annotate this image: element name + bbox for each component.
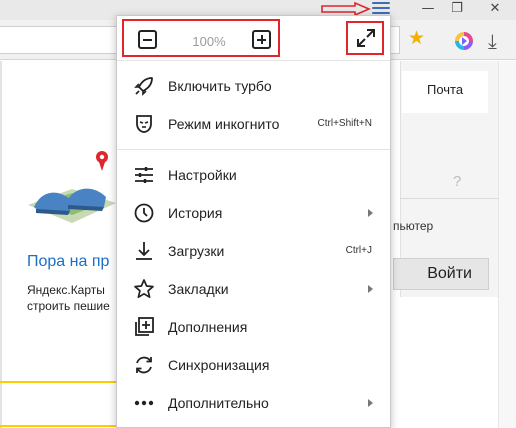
close-window-button[interactable]: ✕ [474,0,516,20]
menu-item-sync[interactable]: Синхронизация [117,346,390,384]
zoom-controls-highlight: 100% [122,19,280,57]
menu-item-label: Синхронизация [168,357,270,373]
page-scrollbar[interactable] [498,61,516,428]
menu-item-more[interactable]: Дополнительно [117,384,390,422]
sync-icon [136,356,152,374]
mail-tab[interactable]: Почта [402,71,488,113]
downloads-toolbar-icon[interactable]: ⤓ [488,29,497,53]
menu-item-label: Загрузки [168,243,225,259]
field-underline [400,198,498,199]
sliders-icon [135,167,153,183]
card-border [0,61,2,428]
menu-item-settings[interactable]: Настройки [117,156,390,194]
menu-separator [117,149,390,150]
rocket-icon [134,77,153,96]
more-dots-icon [134,400,154,406]
maps-sneaker-illustration [28,151,116,223]
alice-assistant-icon[interactable] [455,32,473,50]
annotation-arrow-icon [321,2,371,16]
menu-item-label: Включить турбо [168,78,272,94]
menu-item-label: Дополнения [168,319,248,335]
zoom-in-button[interactable] [252,30,271,49]
menu-item-shortcut: Ctrl+J [345,245,372,256]
hamburger-menu-icon[interactable] [372,2,390,16]
zoom-out-button[interactable] [138,30,157,49]
promo-text: Яндекс.Карты строить пешие [27,282,117,314]
submenu-arrow-icon [368,209,373,217]
submenu-arrow-icon [368,285,373,293]
incognito-mask-icon [136,115,152,133]
menu-item-turbo[interactable]: Включить турбо [117,67,390,105]
menu-item-shortcut: Ctrl+Shift+N [317,118,372,129]
clock-icon [134,203,154,223]
menu-item-label: Дополнительно [168,395,269,411]
menu-item-label: Режим инкогнито [168,116,280,132]
extensions-icon [135,317,154,336]
promo-text-line: строить пешие [27,299,110,313]
login-button[interactable]: Войти [393,258,489,290]
browser-main-menu: 100% Включить турбо Режим инкогнито Ctrl… [116,15,391,428]
bookmark-star-icon[interactable]: ★ [408,28,425,50]
menu-item-history[interactable]: История [117,194,390,232]
star-outline-icon [134,279,154,299]
foreign-computer-label[interactable]: пьютер [393,219,433,233]
menu-item-incognito[interactable]: Режим инкогнито Ctrl+Shift+N [117,105,390,143]
fullscreen-button[interactable] [346,21,384,55]
download-icon [136,242,152,260]
menu-item-label: Настройки [168,167,237,183]
menu-item-bookmarks[interactable]: Закладки [117,270,390,308]
menu-separator [117,60,390,61]
fullscreen-expand-icon [357,29,375,47]
help-icon[interactable]: ? [453,173,461,190]
menu-item-extensions[interactable]: Дополнения [117,308,390,346]
restore-button[interactable]: ❐ [440,0,474,20]
menu-item-label: История [168,205,223,221]
submenu-arrow-icon [368,399,373,407]
divider-yellow [0,425,117,427]
menu-item-downloads[interactable]: Загрузки Ctrl+J [117,232,390,270]
promo-title-link[interactable]: Пора на пр [27,253,109,271]
menu-item-label: Закладки [168,281,229,297]
promo-text-line: Яндекс.Карты [27,283,105,297]
divider-yellow [0,381,117,383]
zoom-level: 100% [192,34,226,49]
